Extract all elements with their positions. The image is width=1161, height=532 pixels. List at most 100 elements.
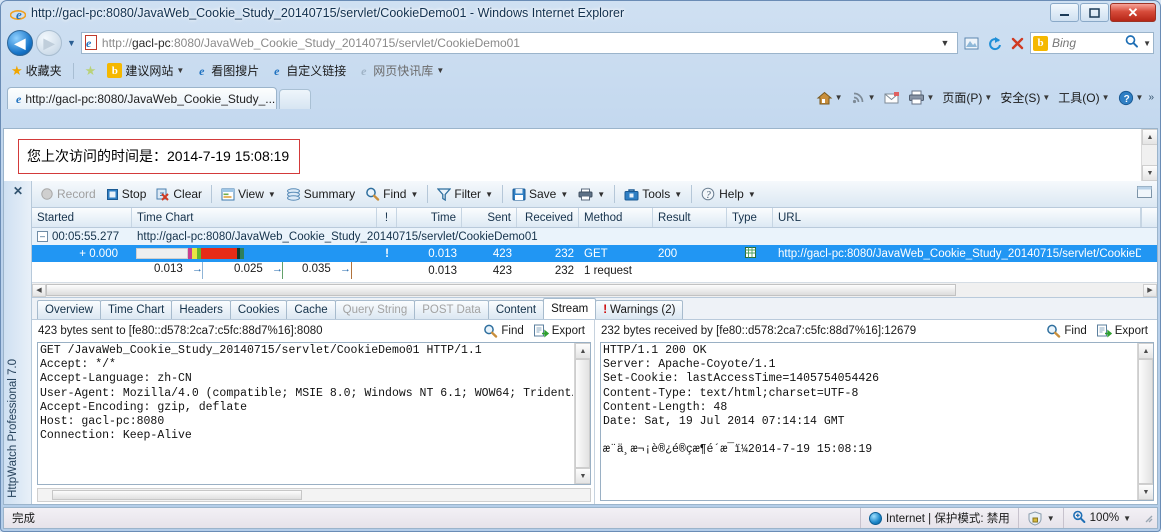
table-row[interactable]: + 0.000 ! 0.013 423 232 GET 200 http://g…: [32, 245, 1157, 262]
response-export-button[interactable]: Export: [1094, 324, 1151, 338]
favorites-item-1[interactable]: e 看图搜片: [191, 61, 263, 80]
chevron-down-icon[interactable]: ▼: [747, 190, 756, 199]
search-dropdown-caret-icon[interactable]: ▼: [1143, 39, 1151, 48]
address-input[interactable]: e http://gacl-pc:8080/JavaWeb_Cookie_Stu…: [80, 32, 958, 54]
request-horizontal-scrollbar[interactable]: [37, 488, 591, 502]
tab-time-chart[interactable]: Time Chart: [99, 300, 173, 319]
command-bar-overflow-icon[interactable]: »: [1148, 92, 1154, 103]
page-menu-button[interactable]: 页面(P) ▼: [939, 88, 995, 107]
chevron-down-icon[interactable]: ▼: [1042, 93, 1050, 102]
clear-button[interactable]: Clear: [152, 185, 206, 203]
favorites-item-2[interactable]: e 自定义链接: [266, 61, 350, 80]
expander-icon[interactable]: –: [37, 231, 48, 242]
maximize-button[interactable]: [1080, 3, 1109, 22]
grid-group-row[interactable]: – 00:05:55.277 http://gacl-pc:8080/JavaW…: [32, 228, 1157, 245]
tab-cookies[interactable]: Cookies: [229, 300, 288, 319]
request-vertical-scrollbar[interactable]: ▲ ▼: [574, 343, 590, 484]
protected-mode-indicator[interactable]: ▼: [1017, 508, 1063, 528]
column-header-sent[interactable]: Sent: [462, 208, 517, 227]
stop-button[interactable]: Stop: [102, 185, 151, 203]
chevron-down-icon[interactable]: ▼: [596, 190, 605, 199]
chevron-down-icon[interactable]: ▼: [267, 190, 276, 199]
stop-button[interactable]: [1007, 33, 1027, 53]
find-button[interactable]: Find ▼: [361, 185, 422, 203]
tab-cache[interactable]: Cache: [286, 300, 336, 319]
request-hscroll-thumb[interactable]: [52, 490, 302, 500]
refresh-button[interactable]: [984, 33, 1004, 53]
tools-button[interactable]: Tools ▼: [620, 185, 686, 203]
column-header-received[interactable]: Received: [517, 208, 579, 227]
save-button[interactable]: Save ▼: [508, 185, 572, 203]
chevron-down-icon[interactable]: ▼: [1123, 514, 1131, 523]
toolbar-layout-icon[interactable]: [1137, 186, 1152, 201]
chevron-down-icon[interactable]: ▼: [868, 93, 876, 102]
view-button[interactable]: View ▼: [217, 185, 280, 203]
search-icon[interactable]: [1124, 34, 1139, 52]
column-header-method[interactable]: Method: [579, 208, 653, 227]
forward-button[interactable]: ▶: [36, 30, 62, 56]
column-header-type[interactable]: Type: [727, 208, 773, 227]
recent-pages-caret-icon[interactable]: ▼: [65, 38, 78, 48]
favorites-item-0[interactable]: b 建议网站 ▼: [103, 61, 188, 80]
favorites-item-3[interactable]: e 网页快讯库 ▼: [353, 61, 448, 80]
tools-menu-button[interactable]: 工具(O) ▼: [1055, 88, 1112, 107]
response-vscroll-thumb[interactable]: [1138, 359, 1153, 484]
address-dropdown-caret-icon[interactable]: ▼: [935, 33, 955, 53]
request-export-button[interactable]: Export: [531, 324, 588, 338]
record-button[interactable]: Record: [36, 185, 100, 203]
chevron-down-icon[interactable]: ▼: [176, 66, 184, 75]
scroll-down-arrow-icon[interactable]: ▼: [1138, 484, 1153, 500]
print-button[interactable]: ▼: [905, 89, 938, 106]
column-header-url[interactable]: URL: [773, 208, 1141, 227]
resize-grip-icon[interactable]: [1142, 512, 1154, 524]
scroll-down-arrow-icon[interactable]: ▼: [575, 468, 590, 484]
request-vscroll-thumb[interactable]: [575, 359, 590, 468]
browser-tab-0[interactable]: e http://gacl-pc:8080/JavaWeb_Cookie_Stu…: [7, 87, 277, 109]
chevron-down-icon[interactable]: ▼: [835, 93, 843, 102]
tab-warnings[interactable]: ! Warnings (2): [595, 300, 684, 319]
grid-horizontal-scrollbar[interactable]: ◀ ▶: [32, 282, 1157, 297]
favorites-button[interactable]: ★ 收藏夹: [7, 61, 66, 80]
chevron-down-icon[interactable]: ▼: [1102, 93, 1110, 102]
close-button[interactable]: ✕: [1110, 3, 1156, 22]
new-tab-button[interactable]: [279, 89, 311, 109]
minimize-button[interactable]: [1050, 3, 1079, 22]
print-button[interactable]: ▼: [574, 186, 609, 203]
scroll-right-arrow-icon[interactable]: ▶: [1143, 283, 1157, 297]
security-menu-button[interactable]: 安全(S) ▼: [997, 88, 1053, 107]
security-zone[interactable]: Internet | 保护模式: 禁用: [859, 508, 1018, 528]
chevron-down-icon[interactable]: ▼: [409, 190, 418, 199]
compatibility-view-button[interactable]: [961, 33, 981, 53]
tab-headers[interactable]: Headers: [171, 300, 231, 319]
scroll-up-arrow-icon[interactable]: ▲: [1138, 343, 1153, 359]
column-header-result[interactable]: Result: [653, 208, 727, 227]
scroll-down-arrow-icon[interactable]: ▼: [1142, 165, 1157, 181]
chevron-down-icon[interactable]: ▼: [984, 93, 992, 102]
mail-button[interactable]: [881, 90, 903, 106]
chevron-down-icon[interactable]: ▼: [559, 190, 568, 199]
request-find-button[interactable]: Find: [480, 324, 526, 338]
grid-hscroll-thumb[interactable]: [46, 284, 956, 296]
scroll-left-arrow-icon[interactable]: ◀: [32, 283, 46, 297]
back-button[interactable]: ◀: [7, 30, 33, 56]
chevron-down-icon[interactable]: ▼: [1136, 93, 1144, 102]
column-header-warning[interactable]: !: [377, 208, 397, 227]
help-menu-button[interactable]: ? ▼: [1115, 89, 1147, 107]
chevron-down-icon[interactable]: ▼: [484, 190, 493, 199]
help-button[interactable]: ? Help ▼: [697, 185, 760, 203]
tab-overview[interactable]: Overview: [37, 300, 101, 319]
scroll-up-arrow-icon[interactable]: ▲: [575, 343, 590, 359]
page-vertical-scrollbar[interactable]: ▲ ▼: [1141, 129, 1157, 181]
home-button[interactable]: ▼: [813, 89, 846, 107]
chevron-down-icon[interactable]: ▼: [1047, 514, 1055, 523]
column-header-time-chart[interactable]: Time Chart: [132, 208, 377, 227]
column-header-started[interactable]: Started: [32, 208, 132, 227]
chevron-down-icon[interactable]: ▼: [673, 190, 682, 199]
filter-button[interactable]: Filter ▼: [433, 185, 497, 203]
search-box[interactable]: b Bing ▼: [1030, 32, 1154, 54]
zoom-control[interactable]: 100% ▼: [1062, 508, 1139, 528]
chevron-down-icon[interactable]: ▼: [927, 93, 935, 102]
response-vertical-scrollbar[interactable]: ▲ ▼: [1137, 343, 1153, 500]
column-header-time[interactable]: Time: [397, 208, 462, 227]
search-input[interactable]: Bing: [1052, 36, 1120, 50]
